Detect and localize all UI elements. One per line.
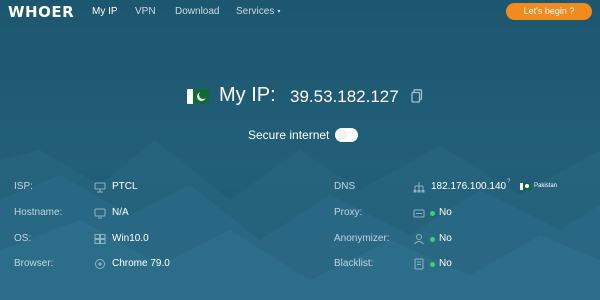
dns-icon bbox=[413, 182, 425, 193]
anonymizer-icon bbox=[414, 234, 424, 245]
proxy-value: No bbox=[439, 207, 452, 218]
mountain-background bbox=[0, 140, 600, 300]
dns-row: DNS 182.176.100.140 ? Pakistan bbox=[300, 179, 600, 194]
blacklist-label: Blacklist: bbox=[334, 258, 374, 269]
toggle-knob bbox=[337, 130, 347, 140]
hostname-label: Hostname: bbox=[14, 207, 63, 218]
isp-label: ISP: bbox=[14, 181, 33, 192]
proxy-row: Proxy: No bbox=[300, 206, 600, 220]
browser-label: Browser: bbox=[14, 258, 54, 269]
dns-label: DNS bbox=[334, 181, 356, 192]
whoer-logo[interactable]: WHOER bbox=[8, 3, 74, 21]
my-ip-label: My IP: bbox=[219, 84, 276, 106]
browser-row: Browser: Chrome 79.0 bbox=[0, 257, 300, 271]
os-row: OS: Win10.0 bbox=[0, 232, 300, 246]
nav-item-my-ip[interactable]: My IP bbox=[92, 6, 118, 17]
dns-country: Pakistan bbox=[534, 183, 558, 189]
os-value: Win10.0 bbox=[112, 233, 149, 244]
secure-internet-label: Secure internet bbox=[248, 128, 330, 142]
dns-help-mark[interactable]: ? bbox=[507, 179, 510, 185]
top-nav: WHOER My IP VPN Download Services ▾ Let's… bbox=[0, 0, 600, 24]
nav-item-download[interactable]: Download bbox=[175, 6, 219, 17]
secure-internet-toggle[interactable] bbox=[335, 128, 358, 142]
nav-item-vpn[interactable]: VPN bbox=[135, 6, 156, 17]
browser-icon bbox=[95, 259, 105, 269]
os-label: OS: bbox=[14, 233, 32, 244]
hostname-value: N/A bbox=[112, 207, 129, 218]
monitor-icon bbox=[94, 208, 106, 219]
blacklist-row: Blacklist: No bbox=[300, 257, 600, 271]
anonymizer-status-dot bbox=[430, 237, 435, 242]
anonymizer-row: Anonymizer: No bbox=[300, 232, 600, 246]
ip-hero: My IP: 39.53.182.127 bbox=[0, 82, 600, 112]
nav-item-services[interactable]: Services ▾ bbox=[236, 6, 280, 17]
page-background bbox=[0, 0, 600, 300]
nav-item-services-label: Services bbox=[236, 6, 275, 17]
anonymizer-value: No bbox=[439, 233, 452, 244]
ip-address: 39.53.182.127 bbox=[290, 87, 399, 106]
hostname-row: Hostname: N/A bbox=[0, 206, 300, 220]
chevron-down-icon: ▾ bbox=[277, 8, 281, 15]
proxy-icon bbox=[413, 209, 425, 218]
windows-icon bbox=[94, 234, 106, 244]
pakistan-flag-icon bbox=[187, 89, 209, 104]
dns-value: 182.176.100.140 bbox=[431, 181, 507, 192]
blacklist-status-dot bbox=[430, 262, 435, 267]
anonymizer-label: Anonymizer: bbox=[334, 233, 390, 244]
proxy-label: Proxy: bbox=[334, 207, 363, 218]
blacklist-icon bbox=[414, 258, 424, 270]
proxy-status-dot bbox=[430, 211, 435, 216]
copy-icon[interactable] bbox=[411, 89, 423, 103]
pakistan-flag-icon bbox=[520, 183, 531, 190]
lets-begin-button[interactable]: Let's begin ? bbox=[506, 3, 592, 20]
isp-value: PTCL bbox=[112, 181, 138, 192]
isp-row: ISP: PTCL bbox=[0, 180, 300, 194]
browser-value: Chrome 79.0 bbox=[112, 258, 170, 269]
network-icon bbox=[94, 182, 106, 193]
blacklist-value: No bbox=[439, 258, 452, 269]
